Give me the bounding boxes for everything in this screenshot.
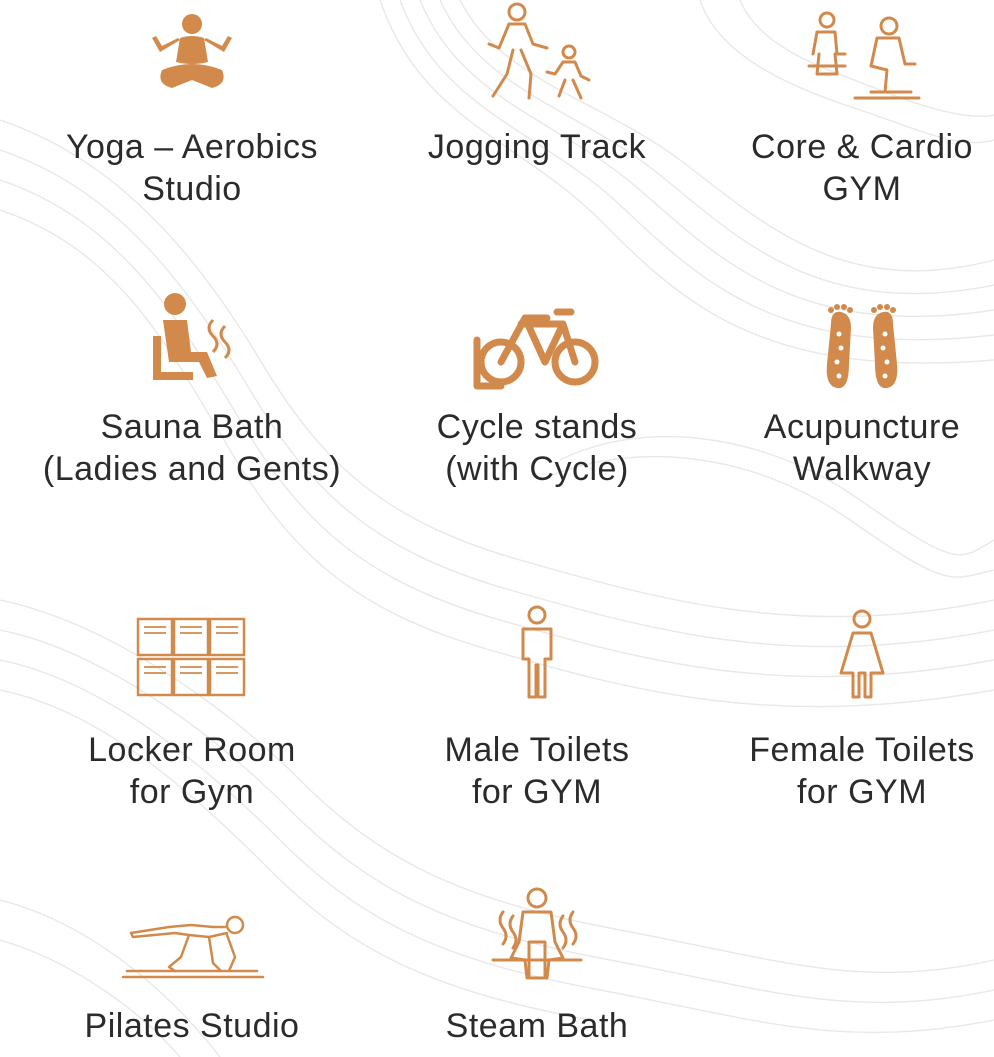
amenity-label-line2: (Ladies and Gents) xyxy=(42,450,342,488)
gym-icon xyxy=(797,10,927,102)
locker-icon xyxy=(136,617,248,699)
steam-icon xyxy=(489,886,585,986)
yoga-icon xyxy=(142,10,242,100)
amenity-label-line2: (with Cycle) xyxy=(445,450,629,488)
amenity-label-line1: Pilates Studio xyxy=(84,1007,300,1045)
male-icon xyxy=(517,605,557,701)
amenity-label-line1: Core & Cardio xyxy=(751,128,973,166)
amenity-label-line1: Jogging Track xyxy=(427,128,647,166)
amenities-page: Yoga – Aerobics Studio Jogging Track Cor… xyxy=(0,0,994,1057)
amenity-label-line1: Female Toilets xyxy=(749,731,975,769)
amenity-label-line2: for GYM xyxy=(796,773,928,811)
amenity-label-line1: Male Toilets xyxy=(444,731,630,769)
amenity-label-line1: Acupuncture xyxy=(763,408,961,446)
footprints-icon xyxy=(817,304,907,394)
bicycle-icon xyxy=(467,304,607,394)
amenity-label-line1: Cycle stands xyxy=(436,408,638,446)
sauna-icon xyxy=(147,290,237,390)
amenity-label-line1: Yoga – Aerobics xyxy=(66,128,318,166)
amenity-label-line1: Locker Room xyxy=(88,731,296,769)
amenity-label-line1: Sauna Bath xyxy=(100,408,284,446)
amenity-label-line2: Walkway xyxy=(792,450,932,488)
female-icon xyxy=(839,609,885,699)
amenity-label-line2: Studio xyxy=(142,170,242,208)
amenity-label-line2: for Gym xyxy=(129,773,255,811)
amenity-label-line2: for GYM xyxy=(471,773,603,811)
jogging-icon xyxy=(477,0,597,105)
pilates-icon xyxy=(117,913,267,983)
amenity-label-line2: GYM xyxy=(822,170,902,208)
amenity-label-line1: Steam Bath xyxy=(445,1007,629,1045)
